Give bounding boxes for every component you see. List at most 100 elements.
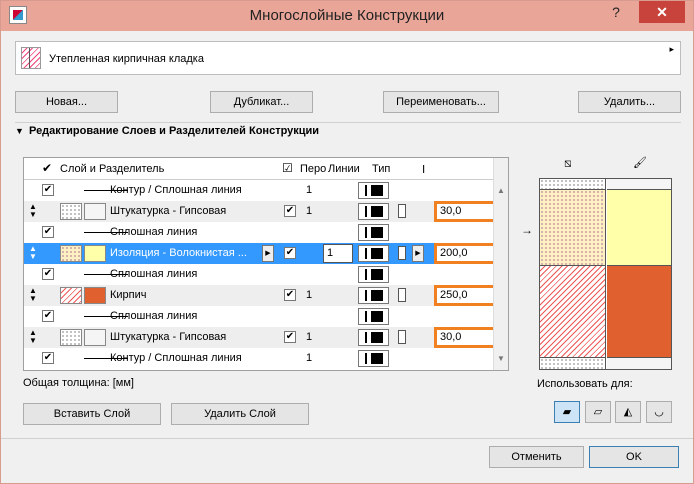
layer-label: Кирпич (110, 289, 147, 301)
layer-fill-swatch[interactable] (60, 245, 82, 262)
section-title[interactable]: Редактирование Слоев и Разделителей Конс… (29, 125, 319, 137)
separator-row[interactable]: ✔ Контур / Сплошная линия 1 (24, 180, 494, 201)
delete-button[interactable]: Удалить... (578, 91, 681, 113)
scroll-down-icon[interactable]: ▼ (497, 354, 505, 363)
layer-label: Штукатурка - Гипсовая (110, 331, 227, 343)
help-button[interactable]: ? (603, 1, 629, 23)
layer-visibility-checkbox[interactable]: ✔ (284, 205, 296, 217)
line-type-icon[interactable] (358, 245, 389, 262)
insert-layer-button[interactable]: Вставить Слой (23, 403, 161, 425)
drag-handle-icon[interactable]: ▲ ▼ (29, 245, 37, 261)
check-all-icon[interactable]: ✔ (42, 161, 52, 175)
collapse-arrow-icon[interactable]: ▼ (15, 126, 24, 136)
separator-checkbox[interactable]: ✔ (42, 184, 54, 196)
header-lines: Линии (328, 163, 360, 175)
chevron-right-icon[interactable]: ▶ (262, 245, 274, 262)
line-type-icon[interactable] (358, 308, 389, 325)
layer-type-icon[interactable] (398, 246, 406, 260)
layer-color-swatch[interactable] (84, 329, 106, 346)
scroll-up-icon[interactable]: ▲ (497, 186, 505, 195)
table-scrollbar[interactable]: ▲ ▼ (493, 158, 508, 370)
layer-type-icon[interactable] (398, 330, 406, 344)
layer-pen[interactable]: 1 (306, 289, 312, 301)
section-divider (15, 122, 681, 123)
new-button[interactable]: Новая... (15, 91, 118, 113)
preview-plaster-bottom (540, 358, 605, 369)
separator-row[interactable]: ✔ Контур / Сплошная линия 1 (24, 348, 494, 369)
layer-visibility-checkbox[interactable]: ✔ (284, 289, 296, 301)
slab-icon[interactable]: ▱ (585, 401, 611, 423)
layer-row[interactable]: ▲ ▼ Штукатурка - Гипсовая ✔ 1 30,0 (24, 327, 508, 348)
shell-icon[interactable]: ◡ (646, 401, 672, 423)
chevron-right-icon[interactable]: ▶ (412, 245, 424, 262)
preview-plaster-top (540, 179, 605, 190)
line-type-icon[interactable] (358, 182, 389, 199)
line-type-icon[interactable] (358, 350, 389, 367)
delete-layer-button[interactable]: Удалить Слой (171, 403, 309, 425)
drag-handle-icon[interactable]: ▲ ▼ (29, 203, 37, 219)
preview-insulation-color (607, 190, 671, 266)
layer-fill-swatch[interactable] (60, 329, 82, 346)
total-thickness-label: Общая толщина: [мм] (23, 377, 134, 389)
layer-type-icon[interactable] (398, 288, 406, 302)
preview-insulation (540, 190, 605, 266)
bottom-divider (1, 438, 693, 439)
roof-icon[interactable]: ◭ (615, 401, 641, 423)
thickness-header-icon: Ⅰ (422, 164, 426, 176)
header-type: Тип (372, 163, 391, 175)
line-type-icon[interactable] (358, 266, 389, 283)
ok-button[interactable]: OK (589, 446, 679, 468)
drag-handle-icon[interactable]: ▲ ▼ (29, 329, 37, 345)
separator-row[interactable]: ✔ Сплошная линия (24, 222, 494, 243)
line-type-icon[interactable] (358, 287, 389, 304)
layer-fill-swatch[interactable] (60, 203, 82, 220)
layer-pen[interactable]: 1 (306, 205, 312, 217)
layer-row[interactable]: ▲ ▼ Штукатурка - Гипсовая ✔ 1 30,0 (24, 201, 508, 222)
layer-pen[interactable]: 1 (306, 331, 312, 343)
layers-table: ✔ Слой и Разделитель ☑ Перо Линии Тип Ⅰ … (23, 157, 509, 371)
separator-checkbox[interactable]: ✔ (42, 226, 54, 238)
header-pen: Перо (300, 163, 327, 175)
line-type-icon[interactable] (358, 224, 389, 241)
separator-checkbox[interactable]: ✔ (42, 268, 54, 280)
separator-checkbox[interactable]: ✔ (42, 352, 54, 364)
layer-color-swatch[interactable] (84, 203, 106, 220)
header-check-icon: ☑ (282, 161, 293, 175)
layer-label: Изоляция - Волокнистая ... (110, 247, 247, 259)
pen-preview-icon: 🖌 (633, 157, 647, 169)
cancel-button[interactable]: Отменить (489, 446, 584, 468)
drag-handle-icon[interactable]: ▲ ▼ (29, 287, 37, 303)
separator-label: Сплошная линия (110, 268, 198, 280)
structure-preview (539, 178, 672, 370)
composite-name: Утепленная кирпичная кладка (49, 53, 204, 65)
duplicate-button[interactable]: Дубликат... (210, 91, 313, 113)
layer-label: Штукатурка - Гипсовая (110, 205, 227, 217)
layer-pen-input[interactable]: 1 (323, 244, 353, 263)
close-button[interactable]: ✕ (639, 1, 685, 23)
layer-fill-swatch[interactable] (60, 287, 82, 304)
preview-fill-column (540, 179, 606, 369)
wall-icon[interactable]: ▰ (554, 401, 580, 423)
separator-row[interactable]: ✔ Сплошная линия (24, 264, 494, 285)
rename-button[interactable]: Переименовать... (383, 91, 499, 113)
separator-pen[interactable]: 1 (306, 352, 312, 364)
chevron-right-icon[interactable]: ▸ (669, 44, 674, 55)
composite-selector[interactable]: Утепленная кирпичная кладка ▸ (15, 41, 681, 75)
line-type-icon[interactable] (358, 329, 389, 346)
layer-type-icon[interactable] (398, 204, 406, 218)
separator-label: Сплошная линия (110, 310, 198, 322)
line-type-icon[interactable] (358, 203, 389, 220)
separator-checkbox[interactable]: ✔ (42, 310, 54, 322)
separator-row[interactable]: ✔ Сплошная линия (24, 306, 494, 327)
layer-row-selected[interactable]: ▲ ▼ Изоляция - Волокнистая ... ▶ ✔ 1 ▶ 200,0 (24, 243, 508, 264)
layer-color-swatch[interactable] (84, 287, 106, 304)
layer-visibility-checkbox[interactable]: ✔ (284, 247, 296, 259)
preview-plaster-bottom-color (607, 358, 671, 369)
header-layer: Слой и Разделитель (60, 163, 165, 175)
separator-pen[interactable]: 1 (306, 184, 312, 196)
layer-row[interactable]: ▲ ▼ Кирпич ✔ 1 250,0 (24, 285, 508, 306)
preview-plaster-top-color (607, 179, 671, 190)
preview-color-column (607, 179, 671, 369)
layer-color-swatch[interactable] (84, 245, 106, 262)
layer-visibility-checkbox[interactable]: ✔ (284, 331, 296, 343)
